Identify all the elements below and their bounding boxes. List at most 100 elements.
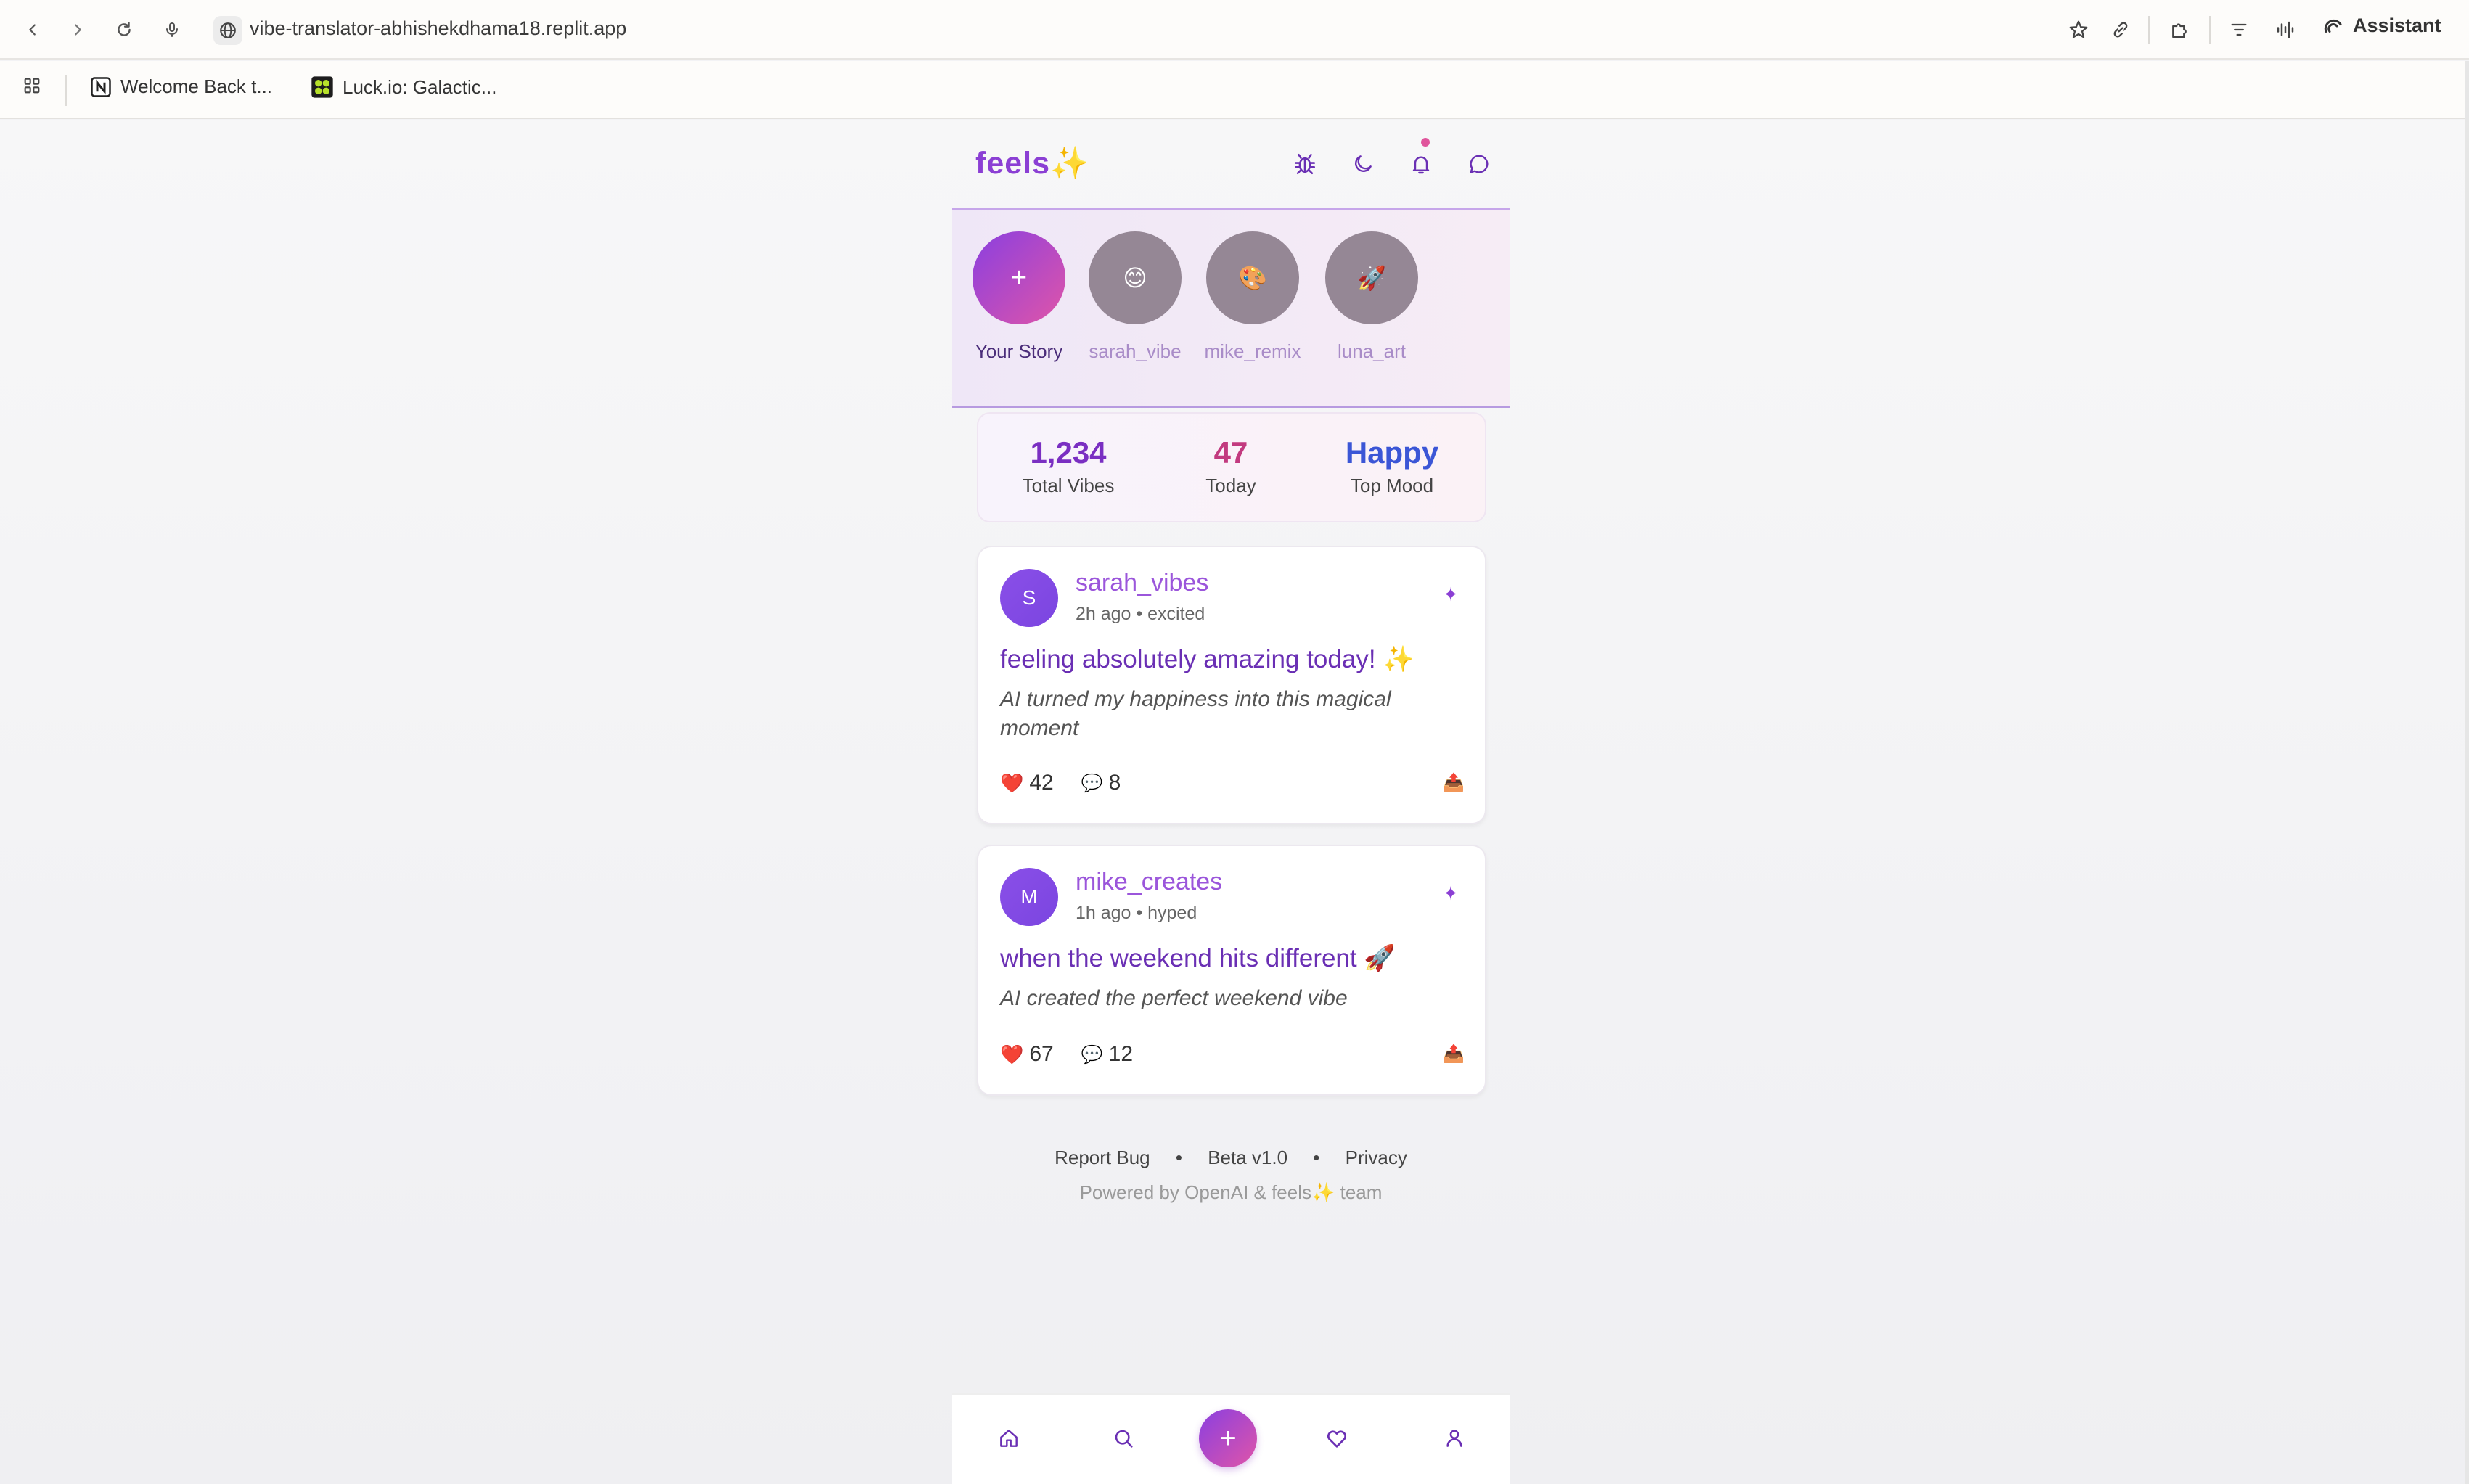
waveform-icon — [2277, 21, 2294, 38]
story-label: Your Story — [975, 340, 1063, 362]
stat-total-vibes: 1,234 Total Vibes — [988, 435, 1148, 497]
story-your-story[interactable]: + Your Story — [968, 231, 1070, 363]
bookmark-luck[interactable]: Luck.io: Galactic... — [311, 75, 496, 99]
toolbar-divider — [2209, 16, 2211, 44]
heart-icon — [1327, 1430, 1347, 1448]
scrollbar[interactable] — [2465, 61, 2469, 1484]
page-viewport: feels✨ + Your Story 😊 sarah_vibe 🎨 mike_… — [0, 120, 2465, 1484]
nav-profile[interactable] — [1437, 1421, 1472, 1456]
post-card[interactable]: S sarah_vibes 2h ago • excited ✦ feeling… — [977, 546, 1486, 824]
story-label: luna_art — [1338, 340, 1406, 362]
bookmarks-divider — [65, 75, 67, 106]
extensions-button[interactable] — [2164, 15, 2195, 45]
comment-count: 8 — [1108, 771, 1121, 795]
post-actions: ❤️ 67 💬 12 — [1000, 1042, 1133, 1067]
report-bug-button[interactable] — [1289, 148, 1321, 180]
stat-value: 1,234 — [1030, 435, 1107, 470]
share-icon: 📤 — [1443, 1044, 1465, 1064]
avatar[interactable]: S — [1000, 569, 1058, 627]
site-info-button[interactable] — [213, 16, 242, 45]
like-button[interactable]: ❤️ 67 — [1000, 1042, 1054, 1067]
footer-separator: • — [1313, 1147, 1320, 1168]
nav-home[interactable] — [991, 1421, 1026, 1456]
notion-icon — [91, 76, 111, 97]
like-count: 67 — [1029, 1042, 1054, 1066]
notifications-button[interactable] — [1405, 148, 1437, 180]
share-button[interactable]: 📤 — [1443, 1044, 1465, 1065]
messages-button[interactable] — [1463, 148, 1495, 180]
privacy-link[interactable]: Privacy — [1346, 1147, 1407, 1168]
footer-links: Report Bug • Beta v1.0 • Privacy — [952, 1147, 1510, 1169]
app-header: feels✨ — [952, 120, 1510, 208]
post-title: feeling absolutely amazing today! ✨ — [1000, 645, 1414, 673]
back-button[interactable] — [17, 15, 48, 45]
comment-button[interactable]: 💬 12 — [1081, 1042, 1133, 1067]
assistant-icon — [2324, 19, 2342, 33]
puzzle-icon — [2172, 23, 2187, 38]
voice-search-button[interactable] — [157, 15, 187, 45]
chat-icon — [1470, 155, 1489, 173]
home-icon — [1000, 1430, 1018, 1447]
stories-bar: + Your Story 😊 sarah_vibe 🎨 mike_remix 🚀… — [952, 208, 1510, 408]
app-logo[interactable]: feels✨ — [975, 145, 1090, 181]
apps-button[interactable] — [22, 75, 42, 96]
bell-icon — [1412, 156, 1430, 174]
post-username[interactable]: sarah_vibes — [1076, 569, 1208, 597]
reading-mode-button[interactable] — [2224, 15, 2254, 45]
luck-icon — [311, 76, 333, 98]
stats-panel: 1,234 Total Vibes 47 Today Happy Top Moo… — [977, 412, 1486, 522]
link-icon — [2113, 22, 2128, 38]
toolbar-divider — [2148, 16, 2150, 44]
address-bar[interactable]: vibe-translator-abhishekdhama18.replit.a… — [250, 17, 626, 40]
microphone-icon — [166, 22, 178, 37]
apps-grid-icon — [24, 78, 40, 94]
bookmark-star-button[interactable] — [2063, 15, 2094, 45]
assistant-button[interactable]: Assistant — [2322, 15, 2441, 37]
lines-icon — [2231, 23, 2247, 36]
comment-count: 12 — [1108, 1042, 1134, 1066]
footer-separator: • — [1175, 1147, 1182, 1168]
sparkle-button[interactable]: ✦ — [1443, 583, 1459, 606]
post-description: AI turned my happiness into this magical… — [1000, 687, 1391, 740]
story-mike-remix[interactable]: 🎨 mike_remix — [1202, 231, 1303, 363]
share-button[interactable]: 📤 — [1443, 772, 1465, 793]
moon-icon — [1355, 155, 1372, 172]
post-username[interactable]: mike_creates — [1076, 868, 1222, 896]
post-meta: 1h ago • hyped — [1076, 903, 1197, 923]
dark-mode-toggle[interactable] — [1347, 148, 1379, 180]
star-icon — [2069, 20, 2088, 38]
stat-top-mood: Happy Top Mood — [1312, 435, 1472, 497]
nav-favorites[interactable] — [1319, 1421, 1354, 1456]
powered-by-text: Powered by OpenAI & feels✨ team — [1079, 1181, 1383, 1203]
notification-badge — [1421, 138, 1430, 147]
reload-button[interactable] — [109, 15, 139, 45]
browser-toolbar: vibe-translator-abhishekdhama18.replit.a… — [0, 0, 2469, 60]
bookmark-label: Welcome Back t... — [120, 75, 273, 97]
nav-search[interactable] — [1106, 1421, 1141, 1456]
post-card[interactable]: M mike_creates 1h ago • hyped ✦ when the… — [977, 845, 1486, 1096]
report-bug-link[interactable]: Report Bug — [1055, 1147, 1150, 1168]
avatar[interactable]: M — [1000, 868, 1058, 926]
audio-button[interactable] — [2270, 15, 2301, 45]
forward-button[interactable] — [62, 15, 93, 45]
story-luna-art[interactable]: 🚀 luna_art — [1321, 231, 1422, 363]
reload-icon — [118, 22, 131, 36]
assistant-label: Assistant — [2353, 15, 2441, 36]
heart-icon: ❤️ — [1000, 1043, 1024, 1065]
version-label: Beta v1.0 — [1208, 1147, 1288, 1168]
share-icon: 📤 — [1443, 773, 1465, 792]
bug-icon — [1294, 153, 1316, 175]
copy-link-button[interactable] — [2105, 15, 2136, 45]
sparkle-button[interactable]: ✦ — [1443, 882, 1459, 905]
bookmark-notion[interactable]: Welcome Back t... — [90, 75, 272, 98]
profile-icon — [1446, 1430, 1462, 1447]
story-sarah-vibe[interactable]: 😊 sarah_vibe — [1084, 231, 1186, 363]
stat-value: 47 — [1213, 435, 1248, 470]
stat-label: Total Vibes — [1022, 475, 1115, 496]
smile-emoji-icon: 😊 — [1089, 231, 1182, 324]
rocket-emoji-icon: 🚀 — [1325, 231, 1418, 324]
create-post-button[interactable]: + — [1199, 1409, 1257, 1467]
comment-button[interactable]: 💬 8 — [1081, 771, 1121, 795]
chevron-left-icon — [29, 24, 36, 36]
like-button[interactable]: ❤️ 42 — [1000, 771, 1054, 795]
